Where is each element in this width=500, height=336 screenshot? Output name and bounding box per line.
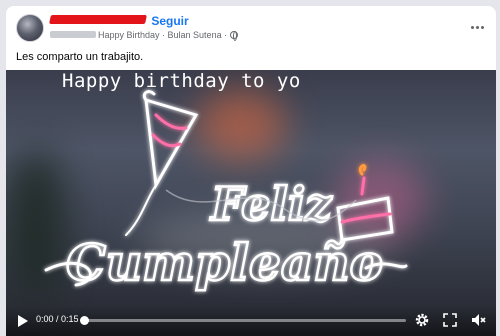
author-line: Seguir [49,14,189,28]
sign-text-cumpleano: Cumpleaño [66,233,383,292]
post-header: Seguir Happy Birthday · Bulan Sutena · [6,6,496,46]
post-meta: Happy Birthday · Bulan Sutena · [50,30,238,41]
progress-bar[interactable] [80,316,406,325]
sign-text-feliz: Feliz [209,177,332,231]
gear-icon[interactable] [414,312,430,328]
cake-icon [336,164,394,242]
redacted-timestamp [50,31,96,38]
neon-text: Feliz Cumpleaño [44,176,408,293]
globe-icon[interactable] [229,31,238,41]
video-controls: 0:00 / 0:15 [6,306,496,336]
post-meta-text[interactable]: Happy Birthday · Bulan Sutena · [98,30,227,40]
volume-muted-icon[interactable] [470,312,486,328]
video-overlay-text: Happy birthday to yo [62,70,301,92]
more-horizontal-icon [470,25,474,29]
post-caption: Les comparto un trabajito. [16,51,144,63]
video-player[interactable]: Feliz Cumpleaño Happy birthday to yo 0:0… [6,70,496,336]
redacted-author-name [49,15,147,24]
neon-sign: Feliz Cumpleaño [44,90,408,293]
party-hat-icon [125,90,199,236]
progress-handle[interactable] [80,316,89,325]
fullscreen-icon[interactable] [442,312,458,328]
video-time: 0:00 / 0:15 [36,314,79,324]
play-icon[interactable] [18,315,28,327]
more-options-button[interactable] [466,16,488,38]
post-card: Seguir Happy Birthday · Bulan Sutena · L… [6,6,496,336]
avatar[interactable] [16,14,44,42]
follow-button[interactable]: Seguir [151,14,188,28]
